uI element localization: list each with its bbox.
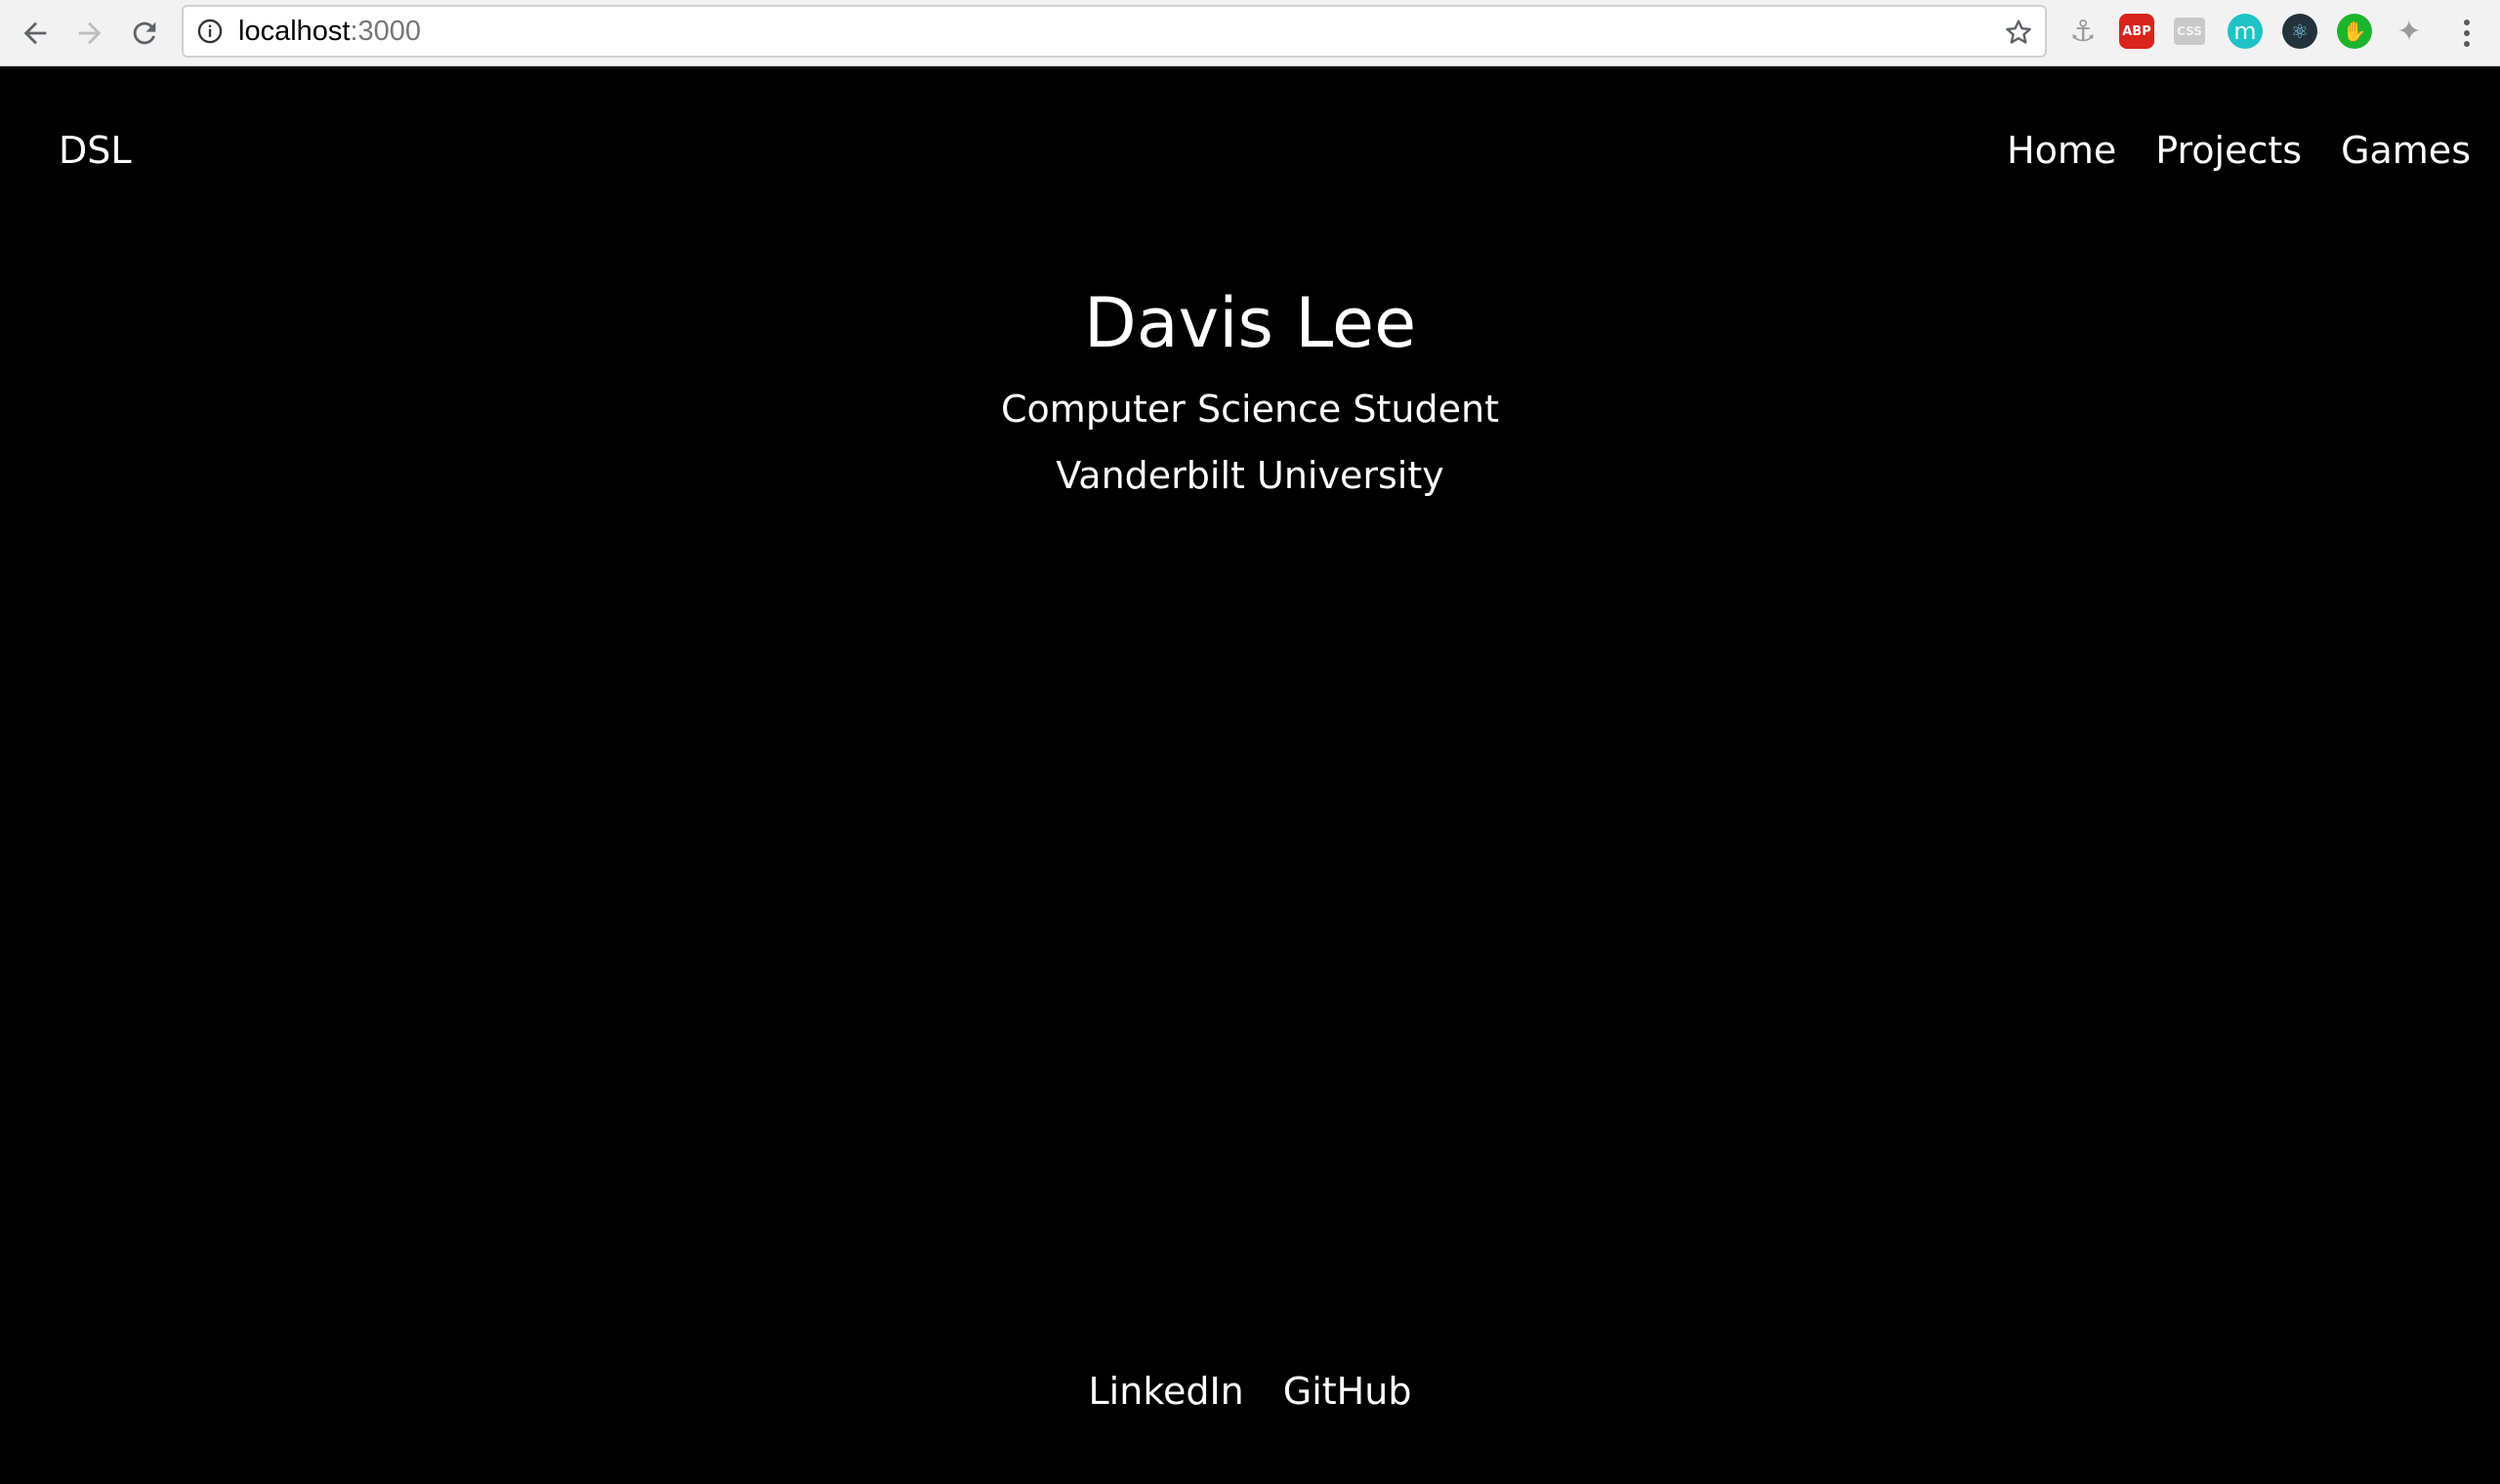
menu-dot — [2464, 20, 2470, 25]
browser-toolbar: localhost:3000 ⚓ ABP CSS m ⚛ ✋ ✦ — [0, 0, 2500, 66]
hero-name: Davis Lee — [1083, 283, 1417, 363]
menu-dot — [2464, 41, 2470, 47]
top-navigation: Home Projects Games — [2007, 129, 2471, 172]
github-link[interactable]: GitHub — [1283, 1370, 1412, 1413]
info-icon[interactable] — [195, 17, 225, 46]
nav-home-link[interactable]: Home — [2007, 129, 2116, 172]
anchor-icon[interactable]: ⚓ — [2065, 14, 2101, 49]
url-text: localhost:3000 — [238, 16, 421, 48]
back-button[interactable] — [12, 10, 59, 57]
reload-button[interactable] — [121, 10, 168, 57]
brand-link[interactable]: DSL — [59, 129, 132, 172]
arrow-left-icon — [23, 21, 47, 45]
react-devtools-icon[interactable]: ⚛ — [2282, 14, 2317, 49]
menu-dot — [2464, 30, 2470, 36]
nav-games-link[interactable]: Games — [2341, 129, 2471, 172]
puzzle-icon[interactable]: ✦ — [2392, 14, 2427, 49]
css-label: CSS — [2177, 24, 2202, 38]
forward-button[interactable] — [66, 10, 113, 57]
abp-label: ABP — [2122, 23, 2151, 39]
m-label: m — [2233, 18, 2257, 45]
green-extension-icon[interactable]: ✋ — [2337, 14, 2372, 49]
hero-section: Davis Lee Computer Science Student Vande… — [0, 279, 2500, 500]
m-extension-icon[interactable]: m — [2228, 14, 2263, 49]
css-viewer-icon[interactable]: CSS — [2174, 18, 2205, 45]
adblock-plus-icon[interactable]: ABP — [2119, 14, 2154, 49]
linkedin-link[interactable]: LinkedIn — [1089, 1370, 1244, 1413]
address-bar[interactable]: localhost:3000 — [182, 5, 2047, 58]
footer-links: LinkedIn GitHub — [0, 1370, 2500, 1413]
hero-title: Computer Science Student — [1001, 388, 1499, 431]
reload-icon — [133, 21, 156, 45]
url-host: localhost — [238, 15, 351, 47]
arrow-right-icon — [78, 21, 102, 45]
nav-projects-link[interactable]: Projects — [2155, 129, 2302, 172]
page-body: DSL Home Projects Games Davis Lee Comput… — [0, 66, 2500, 1484]
url-port: :3000 — [350, 15, 422, 47]
browser-menu-icon[interactable] — [2449, 14, 2484, 53]
bookmark-star-icon[interactable] — [2002, 16, 2035, 49]
hero-school: Vanderbilt University — [1056, 454, 1444, 497]
